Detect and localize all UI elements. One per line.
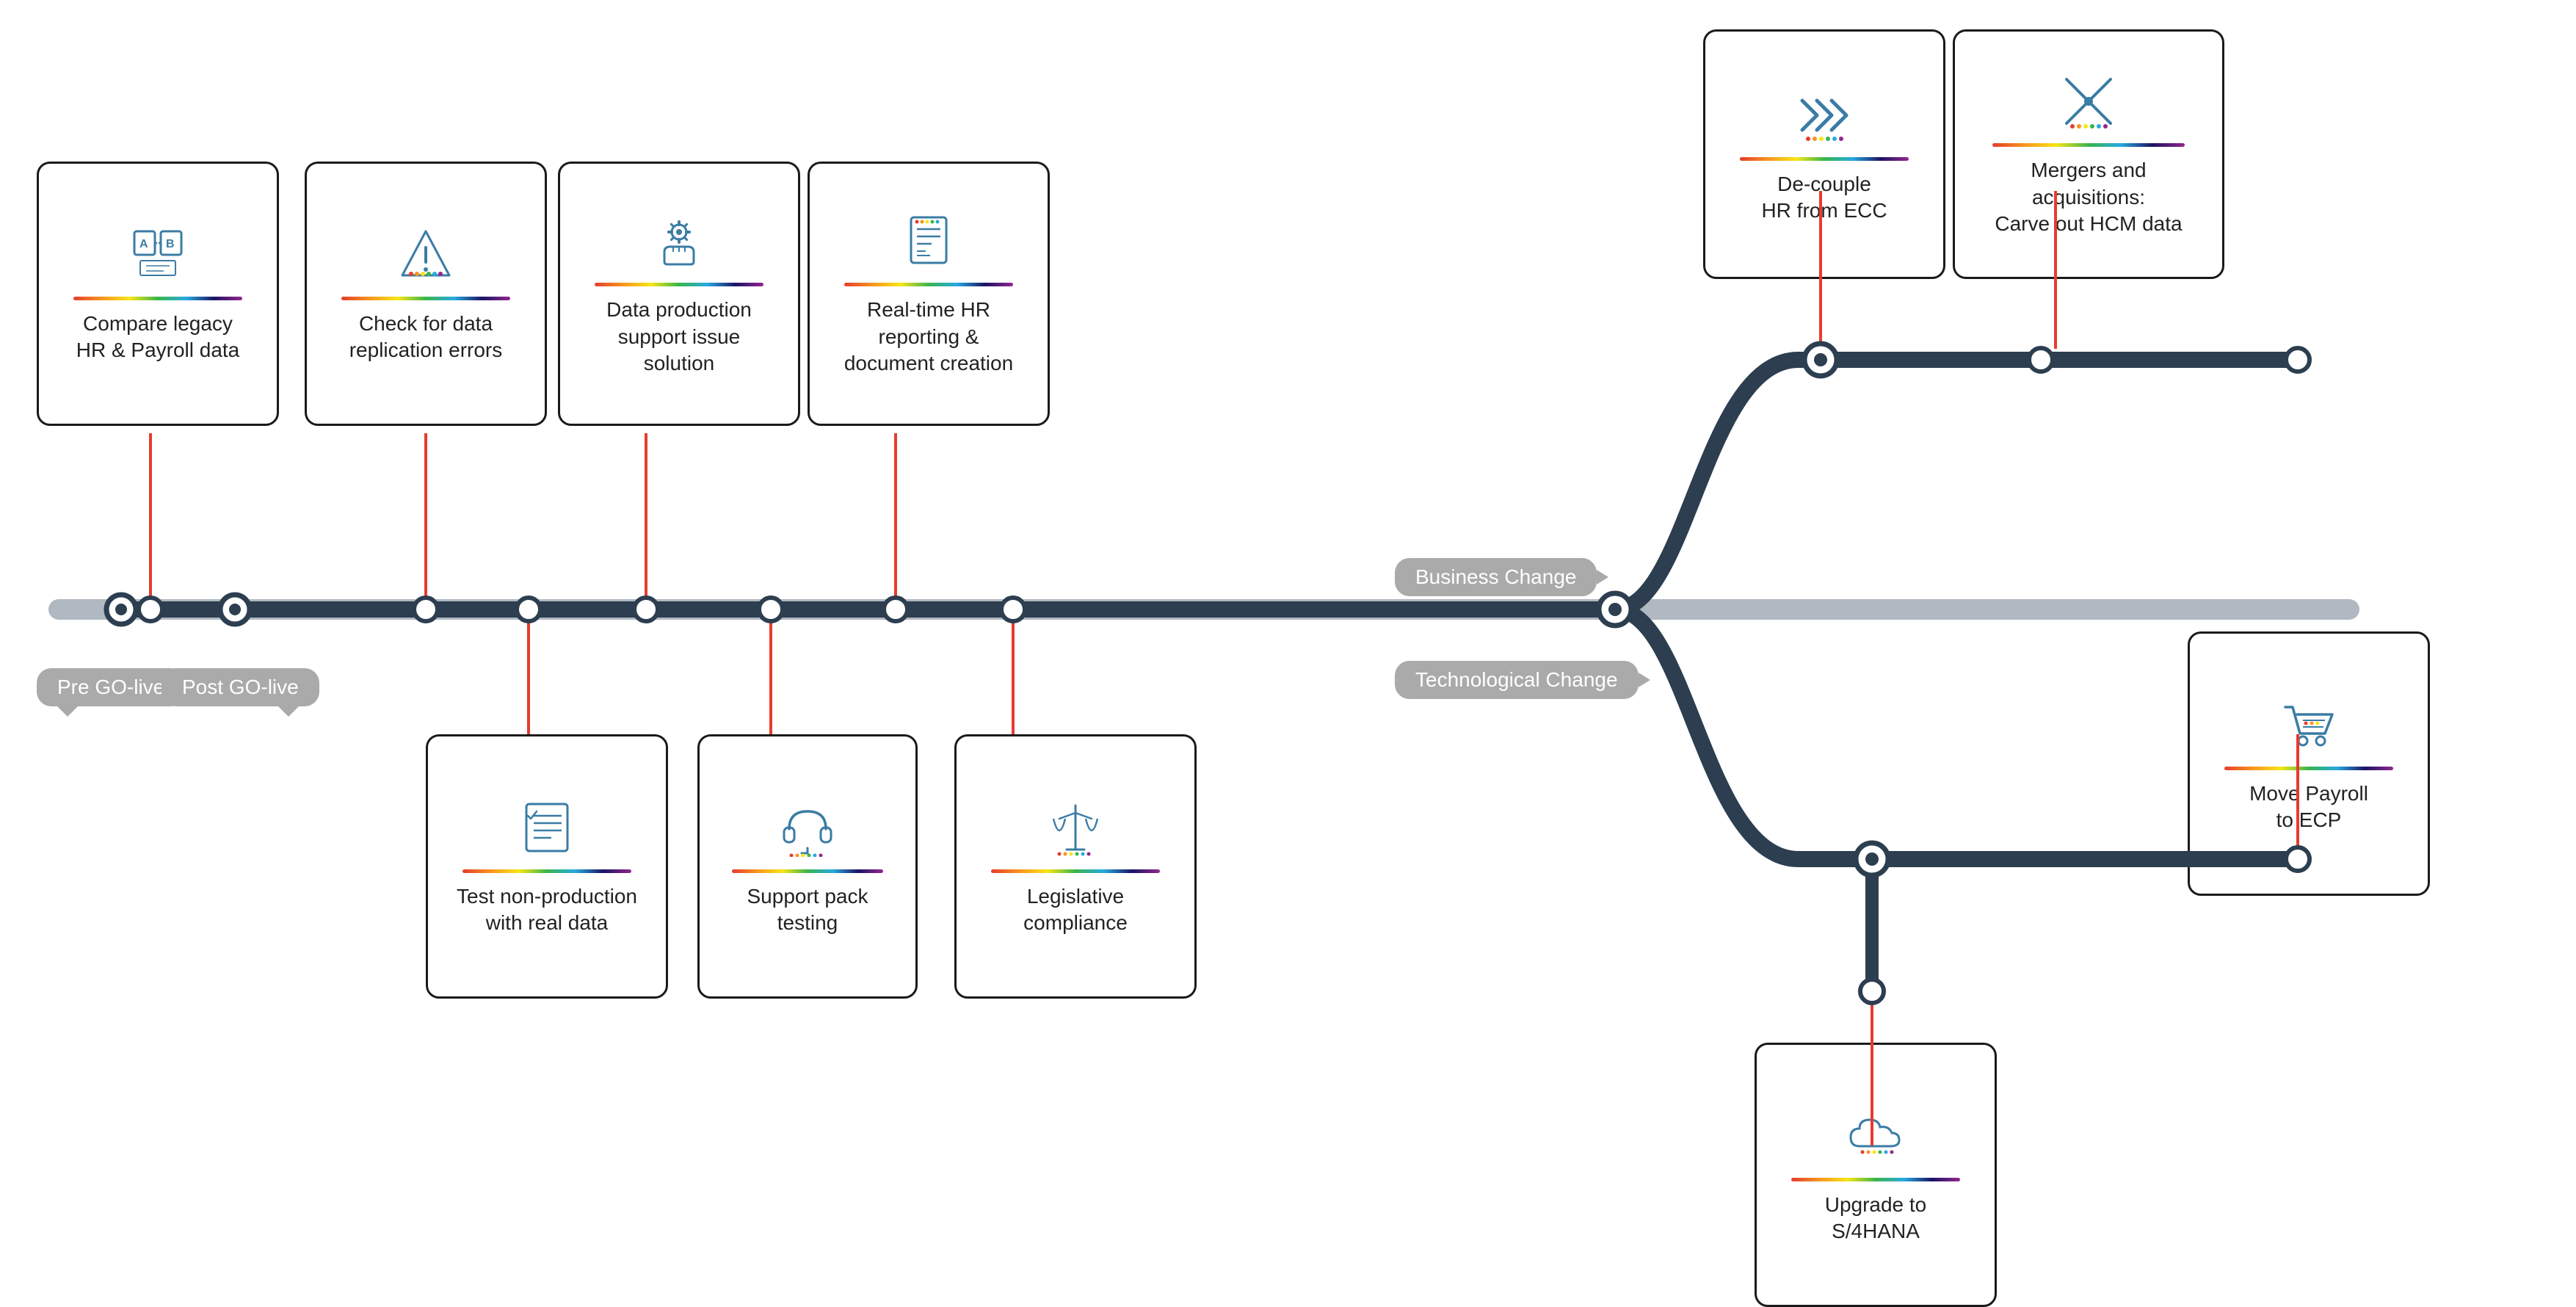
diagram-container: A B Compare legacy HR & Payroll data	[0, 0, 2576, 1281]
